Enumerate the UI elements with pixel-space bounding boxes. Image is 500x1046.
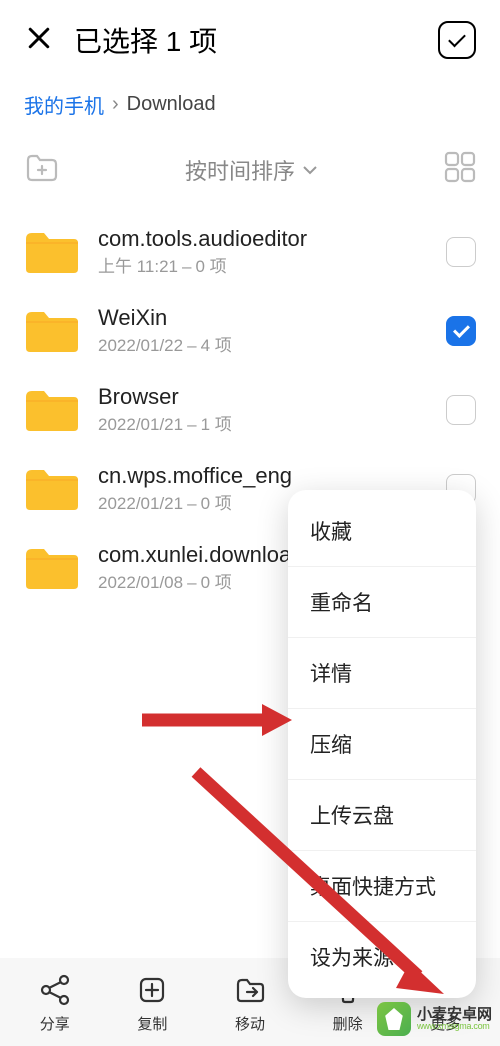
folder-icon <box>24 545 80 591</box>
new-folder-button[interactable] <box>24 152 58 187</box>
menu-upload-cloud[interactable]: 上传云盘 <box>288 780 476 851</box>
item-meta: 2022/01/22–4 项 <box>98 331 428 356</box>
breadcrumb-current: Download <box>127 93 216 116</box>
breadcrumb-root[interactable]: 我的手机 <box>24 90 104 119</box>
watermark: 小麦安卓网 www.xmsigma.com <box>377 1002 492 1036</box>
list-item[interactable]: Browser 2022/01/21–1 项 <box>24 370 476 449</box>
list-item[interactable]: com.tools.audioeditor 上午 11:21–0 项 <box>24 212 476 291</box>
watermark-en: www.xmsigma.com <box>417 1022 492 1031</box>
watermark-logo-icon <box>377 1002 411 1036</box>
annotation-arrow-icon <box>142 702 292 743</box>
watermark-cn: 小麦安卓网 <box>417 1007 492 1022</box>
grid-view-button[interactable] <box>444 151 476 188</box>
item-meta: 2022/01/21–1 项 <box>98 410 428 435</box>
move-icon <box>233 971 267 1009</box>
move-button[interactable]: 移动 <box>209 971 291 1034</box>
menu-favorite[interactable]: 收藏 <box>288 496 476 567</box>
context-menu: 收藏 重命名 详情 压缩 上传云盘 桌面快捷方式 设为来源 <box>288 490 476 998</box>
item-name: Browser <box>98 384 428 410</box>
folder-icon <box>24 387 80 433</box>
chevron-down-icon <box>303 165 317 175</box>
sort-label: 按时间排序 <box>185 154 295 186</box>
menu-desktop-shortcut[interactable]: 桌面快捷方式 <box>288 851 476 922</box>
move-label: 移动 <box>235 1013 265 1034</box>
item-meta: 上午 11:21–0 项 <box>98 252 428 277</box>
share-button[interactable]: 分享 <box>14 971 96 1034</box>
folder-icon <box>24 308 80 354</box>
close-icon[interactable] <box>24 23 54 58</box>
folder-icon <box>24 466 80 512</box>
item-checkbox[interactable] <box>446 316 476 346</box>
share-label: 分享 <box>40 1013 70 1034</box>
item-checkbox[interactable] <box>446 237 476 267</box>
chevron-right-icon: › <box>112 93 119 116</box>
item-info: Browser 2022/01/21–1 项 <box>98 384 428 435</box>
menu-details[interactable]: 详情 <box>288 638 476 709</box>
header: 已选择 1 项 <box>0 0 500 72</box>
item-info: WeiXin 2022/01/22–4 项 <box>98 305 428 356</box>
item-name: cn.wps.moffice_eng <box>98 463 428 489</box>
menu-set-source[interactable]: 设为来源 <box>288 922 476 992</box>
item-name: WeiXin <box>98 305 428 331</box>
item-info: com.tools.audioeditor 上午 11:21–0 项 <box>98 226 428 277</box>
toolbar: 按时间排序 <box>0 137 500 212</box>
menu-rename[interactable]: 重命名 <box>288 567 476 638</box>
copy-button[interactable]: 复制 <box>111 971 193 1034</box>
delete-label: 删除 <box>333 1013 363 1034</box>
sort-button[interactable]: 按时间排序 <box>185 154 317 186</box>
share-icon <box>38 971 72 1009</box>
copy-icon <box>135 971 169 1009</box>
folder-icon <box>24 229 80 275</box>
item-checkbox[interactable] <box>446 395 476 425</box>
item-name: com.tools.audioeditor <box>98 226 428 252</box>
select-all-button[interactable] <box>438 21 476 59</box>
list-item[interactable]: WeiXin 2022/01/22–4 项 <box>24 291 476 370</box>
breadcrumb: 我的手机 › Download <box>0 72 500 137</box>
page-title: 已选择 1 项 <box>74 20 418 60</box>
menu-compress[interactable]: 压缩 <box>288 709 476 780</box>
copy-label: 复制 <box>137 1013 167 1034</box>
